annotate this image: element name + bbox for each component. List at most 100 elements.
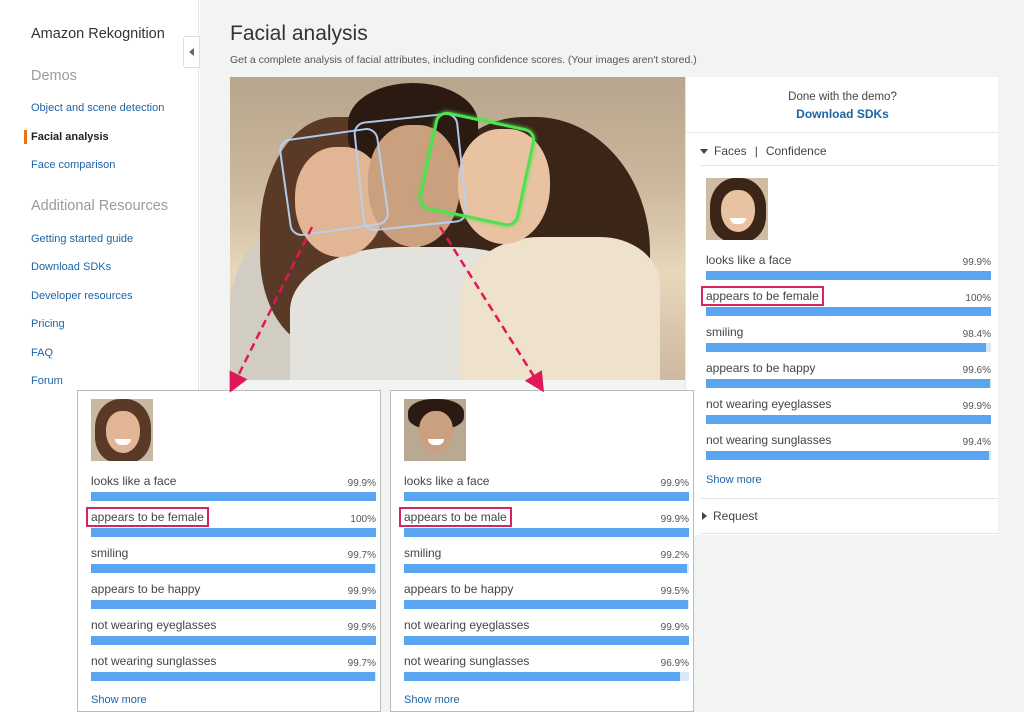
attribute-confidence: 100% xyxy=(965,293,991,304)
sidebar-item-forum[interactable]: Forum xyxy=(31,375,63,387)
attribute-row: looks like a face 99.9% xyxy=(706,253,991,283)
attribute-confidence: 99.4% xyxy=(962,437,991,448)
confidence-bar xyxy=(404,636,689,645)
attribute-confidence: 99.9% xyxy=(962,401,991,412)
confidence-bar xyxy=(706,451,991,460)
confidence-bar xyxy=(706,271,991,280)
confidence-bar xyxy=(91,492,376,501)
collapse-sidebar-button[interactable] xyxy=(183,36,200,68)
sidebar-item-face-comparison[interactable]: Face comparison xyxy=(31,159,115,171)
caret-right-icon xyxy=(702,512,707,520)
confidence-bar-fill xyxy=(404,564,687,573)
sidebar-item-faq[interactable]: FAQ xyxy=(31,347,53,359)
attribute-confidence: 99.9% xyxy=(347,622,376,633)
attribute-label: smiling xyxy=(404,546,442,560)
show-more-link[interactable]: Show more xyxy=(404,694,460,706)
face-box-woman-selected[interactable] xyxy=(416,109,538,229)
attribute-confidence: 99.9% xyxy=(660,478,689,489)
analyzed-photo[interactable] xyxy=(230,77,686,380)
attribute-row: not wearing sunglasses 99.7% xyxy=(91,654,376,684)
sidebar-item-object-scene-detection[interactable]: Object and scene detection xyxy=(31,102,164,114)
attribute-label: appears to be female xyxy=(86,507,209,527)
sidebar-item-download-sdks[interactable]: Download SDKs xyxy=(31,261,111,273)
confidence-label: Confidence xyxy=(765,144,827,158)
caret-down-icon xyxy=(700,148,708,154)
attribute-confidence: 99.5% xyxy=(660,586,689,597)
confidence-bar xyxy=(706,343,991,352)
attribute-label: appears to be happy xyxy=(706,361,816,375)
attribute-label: appears to be male xyxy=(399,507,512,527)
sidebar-item-pricing[interactable]: Pricing xyxy=(31,318,65,330)
confidence-bar-fill xyxy=(91,600,376,609)
attribute-row: not wearing eyeglasses 99.9% xyxy=(706,397,991,427)
attribute-confidence: 99.7% xyxy=(347,658,376,669)
attribute-row: smiling 98.4% xyxy=(706,325,991,355)
download-sdks-link[interactable]: Download SDKs xyxy=(686,107,999,121)
page-title: Facial analysis xyxy=(230,22,368,45)
confidence-bar-fill xyxy=(91,528,376,537)
attribute-confidence: 99.9% xyxy=(347,586,376,597)
header-separator: | xyxy=(754,144,758,158)
attribute-label: looks like a face xyxy=(706,253,792,267)
confidence-bar-fill xyxy=(404,672,681,681)
faces-accordion-header[interactable]: Faces | Confidence xyxy=(700,144,827,158)
attribute-label: smiling xyxy=(706,325,744,339)
attribute-label: not wearing sunglasses xyxy=(91,654,217,668)
confidence-bar xyxy=(91,672,376,681)
confidence-bar-fill xyxy=(706,451,990,460)
chevron-left-icon xyxy=(189,48,194,56)
sidebar-item-getting-started[interactable]: Getting started guide xyxy=(31,233,133,245)
confidence-bar-fill xyxy=(404,636,689,645)
attribute-confidence: 99.2% xyxy=(660,550,689,561)
attribute-row: appears to be happy 99.5% xyxy=(404,582,689,612)
confidence-bar-fill xyxy=(91,636,376,645)
done-demo-text: Done with the demo? xyxy=(788,91,897,103)
brand-title: Amazon Rekognition xyxy=(31,26,165,42)
request-accordion-header[interactable]: Request xyxy=(702,509,758,523)
confidence-bar xyxy=(91,600,376,609)
show-more-link[interactable]: Show more xyxy=(91,694,147,706)
confidence-bar xyxy=(91,564,376,573)
attribute-row: appears to be male 99.9% xyxy=(399,507,689,540)
confidence-bar-fill xyxy=(404,528,689,537)
face-thumbnail-man xyxy=(404,399,466,461)
attribute-label: not wearing eyeglasses xyxy=(91,618,217,632)
confidence-bar-fill xyxy=(706,343,987,352)
attribute-label: appears to be happy xyxy=(91,582,201,596)
confidence-bar-fill xyxy=(706,415,991,424)
attribute-confidence: 99.9% xyxy=(347,478,376,489)
attribute-row: smiling 99.7% xyxy=(91,546,376,576)
show-more-link[interactable]: Show more xyxy=(706,474,762,486)
attribute-confidence: 99.9% xyxy=(660,514,689,525)
confidence-bar-fill xyxy=(404,492,689,501)
confidence-bar xyxy=(706,379,991,388)
request-label: Request xyxy=(713,509,758,523)
face-detail-card-girl: looks like a face 99.9% appears to be fe… xyxy=(77,390,381,712)
confidence-bar xyxy=(404,492,689,501)
attribute-label: not wearing sunglasses xyxy=(706,433,832,447)
attribute-confidence: 99.6% xyxy=(962,365,991,376)
attribute-label: smiling xyxy=(91,546,129,560)
attribute-confidence: 99.9% xyxy=(660,622,689,633)
confidence-bar-fill xyxy=(91,564,376,573)
sidebar-item-facial-analysis[interactable]: Facial analysis xyxy=(31,131,109,143)
active-indicator xyxy=(24,130,27,144)
attribute-confidence: 96.9% xyxy=(660,658,689,669)
attribute-label: looks like a face xyxy=(91,474,177,488)
face-thumbnail-woman[interactable] xyxy=(706,178,768,240)
attribute-row: not wearing sunglasses 96.9% xyxy=(404,654,689,684)
sidebar-item-developer-resources[interactable]: Developer resources xyxy=(31,290,133,302)
confidence-bar-fill xyxy=(91,672,376,681)
face-detail-card-man: looks like a face 99.9% appears to be ma… xyxy=(390,390,694,712)
attribute-label: appears to be happy xyxy=(404,582,514,596)
attribute-label: appears to be female xyxy=(701,286,824,306)
demos-section-title: Demos xyxy=(31,68,77,84)
attribute-row: appears to be female 100% xyxy=(701,286,991,319)
confidence-bar-fill xyxy=(706,379,990,388)
attribute-row: looks like a face 99.9% xyxy=(91,474,376,504)
faces-label: Faces xyxy=(714,144,747,158)
attribute-label: not wearing eyeglasses xyxy=(706,397,832,411)
attribute-row: not wearing eyeglasses 99.9% xyxy=(404,618,689,648)
attribute-label: looks like a face xyxy=(404,474,490,488)
attribute-label: not wearing eyeglasses xyxy=(404,618,530,632)
